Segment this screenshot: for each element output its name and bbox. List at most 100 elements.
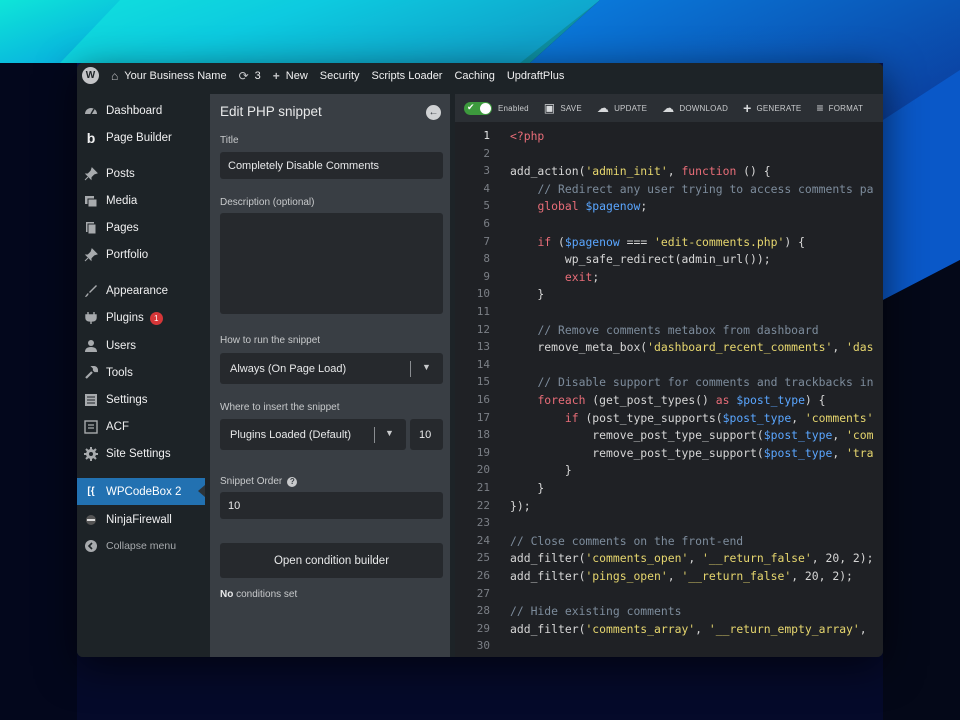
code-line[interactable]: } [510, 481, 544, 495]
code-line[interactable]: add_filter('comments_open', '__return_fa… [510, 551, 874, 565]
user-icon [84, 339, 98, 353]
code-line[interactable]: }); [510, 499, 531, 513]
code-line[interactable]: } [510, 287, 544, 301]
back-arrow-icon[interactable]: ← [426, 105, 441, 120]
code-line[interactable]: if (post_type_supports($post_type, 'comm… [510, 411, 874, 425]
sidebar-item-users[interactable]: Users [77, 333, 205, 359]
editor-toolbar: Enabled ▣SAVE ☁UPDATE ☁DOWNLOAD +GENERAT… [455, 94, 883, 122]
line-number: 28 [476, 604, 490, 618]
save-icon: ▣ [543, 101, 556, 115]
line-number: 8 [483, 252, 490, 266]
enabled-label: Enabled [498, 103, 529, 113]
title-label: Title [220, 135, 239, 146]
code-line[interactable]: // Remove comments metabox from dashboar… [510, 323, 818, 337]
code-line[interactable]: // Redirect any user trying to access co… [510, 182, 873, 196]
admin-bar-caching[interactable]: Caching [454, 70, 494, 82]
admin-bar-scripts-loader[interactable]: Scripts Loader [372, 70, 443, 82]
run-select[interactable]: Always (On Page Load) ▼ [220, 353, 443, 384]
code-line[interactable]: remove_post_type_support($post_type, 'co… [510, 428, 873, 442]
format-button[interactable]: ≡ FORMAT [816, 101, 863, 115]
line-number: 23 [476, 516, 490, 530]
code-line[interactable]: add_action('admin_init', function () { [510, 164, 771, 178]
code-line[interactable]: remove_post_type_support($post_type, 'tr… [510, 446, 873, 460]
line-number: 14 [476, 357, 490, 371]
sidebar-item-plugins[interactable]: Plugins 1 [77, 305, 205, 331]
sidebar-item-page-builder[interactable]: b Page Builder [77, 125, 205, 151]
brush-icon [84, 284, 98, 298]
sidebar-item-wpcodebox[interactable]: [{ WPCodeBox 2 [77, 478, 205, 505]
conditions-status: No conditions set [220, 589, 298, 600]
line-number-gutter: 1 2 3 4 5 6 7 8 9 10 11 12 13 14 15 16 17 18 19 20 21 22 23 24 2… [455, 122, 491, 657]
page-builder-icon: b [86, 130, 96, 146]
plugins-update-badge: 1 [149, 311, 163, 325]
update-button[interactable]: ☁ UPDATE [597, 101, 647, 115]
line-number: 16 [476, 393, 490, 406]
save-button[interactable]: ▣ SAVE [544, 101, 582, 115]
code-line[interactable]: global $pagenow; [510, 199, 647, 213]
sidebar-item-media[interactable]: Media [77, 188, 205, 214]
title-input[interactable]: Completely Disable Comments [220, 152, 443, 179]
line-number: 9 [483, 269, 490, 283]
wrench-icon [84, 366, 98, 380]
pin-icon [84, 167, 98, 181]
line-number: 22 [476, 498, 490, 512]
line-number: 27 [476, 586, 490, 600]
enabled-toggle[interactable] [464, 101, 492, 115]
code-line[interactable]: // Hide existing comments [510, 604, 681, 618]
generate-button[interactable]: + GENERATE [743, 100, 801, 116]
line-number: 26 [476, 569, 490, 582]
collapse-menu-button[interactable]: Collapse menu [77, 533, 205, 559]
code-line[interactable]: // Close comments on the front-end [510, 534, 743, 548]
sidebar-item-ninjafirewall[interactable]: NinjaFirewall [77, 507, 205, 533]
sidebar-item-settings[interactable]: Settings [77, 387, 205, 413]
help-icon[interactable]: ? [287, 477, 298, 487]
admin-bar-updraftplus[interactable]: UpdraftPlus [507, 70, 564, 82]
line-number: 6 [483, 217, 490, 230]
sidebar-item-portfolio[interactable]: Portfolio [77, 242, 205, 268]
line-number: 15 [476, 375, 490, 389]
site-name-link[interactable]: ⌂ Your Business Name [111, 69, 227, 83]
plugin-icon [84, 311, 98, 325]
download-button[interactable]: ☁ DOWNLOAD [662, 101, 728, 115]
code-line[interactable]: wp_safe_redirect(admin_url()); [510, 252, 771, 266]
line-number: 21 [476, 481, 490, 494]
code-line[interactable]: } [510, 463, 572, 477]
sidebar-item-posts[interactable]: Posts [77, 161, 205, 187]
collapse-icon [84, 539, 98, 553]
code-editor[interactable]: 1 2 3 4 5 6 7 8 9 10 11 12 13 14 15 16 17 18 19 20 21 22 23 24 2… [455, 122, 883, 657]
line-number: 19 [476, 445, 490, 459]
insert-priority-input[interactable]: 10 [410, 419, 443, 450]
admin-bar-security[interactable]: Security [320, 70, 360, 82]
updates-link[interactable]: ⟳ 3 [239, 69, 261, 83]
line-number: 30 [476, 639, 490, 653]
code-line[interactable]: add_filter('comments_array', '__return_e… [510, 622, 867, 636]
sidebar-item-pages[interactable]: Pages [77, 215, 205, 241]
code-line[interactable]: if ($pagenow === 'edit-comments.php') { [510, 235, 805, 249]
new-content-link[interactable]: + New [273, 69, 308, 83]
insert-select[interactable]: Plugins Loaded (Default) ▼ [220, 419, 406, 450]
order-input[interactable]: 10 [220, 492, 443, 519]
dashboard-icon [84, 104, 98, 118]
sidebar-item-tools[interactable]: Tools [77, 360, 205, 386]
code-line[interactable]: <?php [510, 129, 544, 143]
acf-icon [84, 420, 98, 434]
sidebar-item-acf[interactable]: ACF [77, 414, 205, 440]
code-line[interactable]: foreach (get_post_types() as $post_type)… [510, 393, 825, 407]
admin-sidebar: Dashboard b Page Builder Posts Media Pag… [77, 88, 205, 657]
code-line[interactable]: // Disable support for comments and trac… [510, 375, 873, 389]
gear-icon [84, 447, 98, 461]
sidebar-item-dashboard[interactable]: Dashboard [77, 98, 205, 124]
code-line[interactable]: add_filter('pings_open', '__return_false… [510, 569, 853, 583]
sidebar-item-site-settings[interactable]: Site Settings [77, 441, 205, 467]
code-line[interactable]: exit; [510, 270, 599, 284]
chevron-down-icon: ▼ [422, 362, 431, 372]
wordpress-logo-icon[interactable] [82, 67, 99, 84]
line-number: 4 [483, 181, 490, 195]
open-condition-builder-button[interactable]: Open condition builder [220, 543, 443, 578]
line-number: 17 [476, 410, 490, 424]
description-textarea[interactable] [220, 213, 443, 314]
sidebar-item-appearance[interactable]: Appearance [77, 278, 205, 304]
plus-icon: + [272, 68, 280, 83]
line-number: 20 [476, 463, 490, 477]
code-line[interactable]: remove_meta_box('dashboard_recent_commen… [510, 340, 873, 354]
